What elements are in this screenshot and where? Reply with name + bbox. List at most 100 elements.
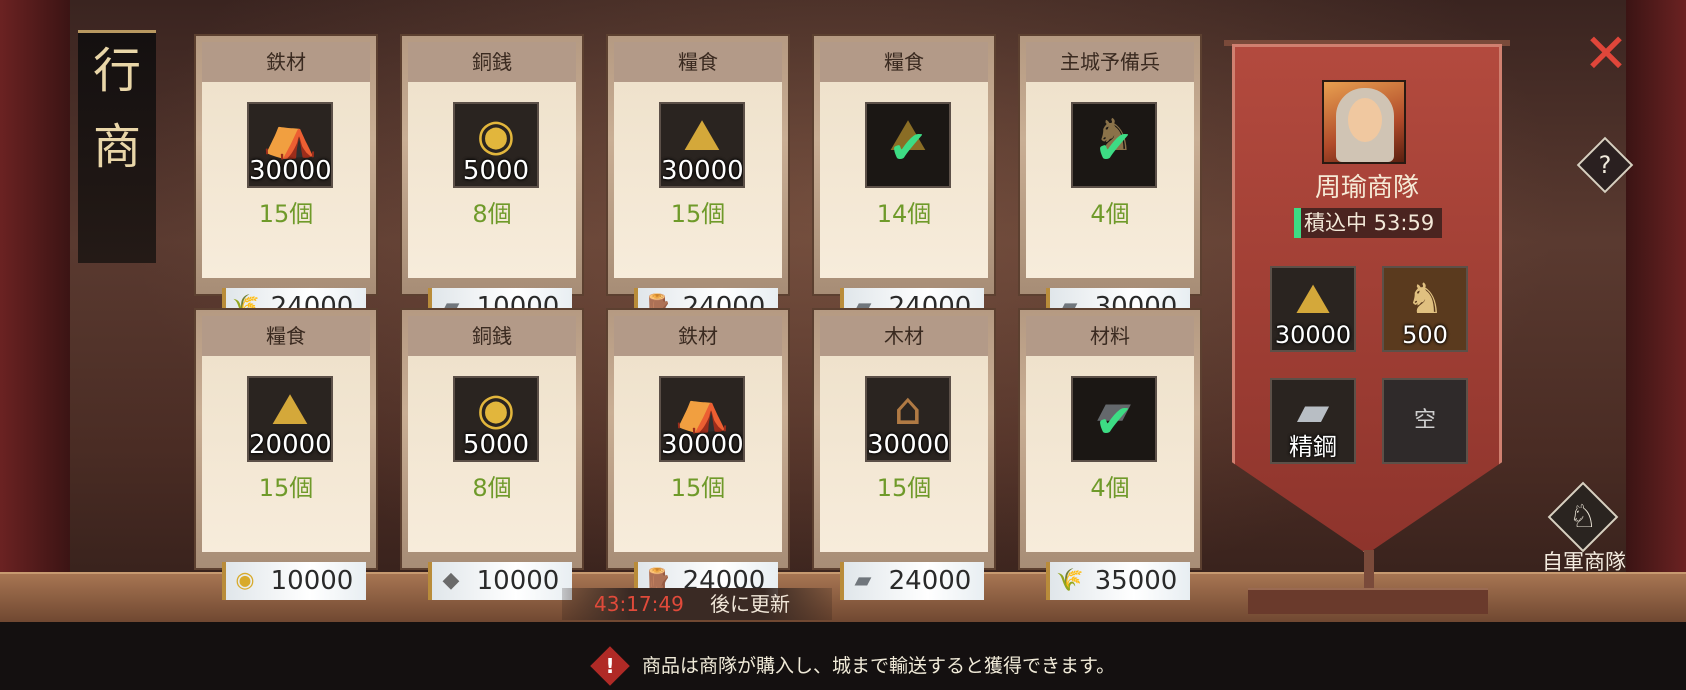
shop-item-card[interactable]: 糧食 ⛰ 30000 15個 🪵 24000 bbox=[606, 34, 790, 326]
shop-item-card[interactable]: 鉄材 ⛺ 30000 15個 🌾 24000 bbox=[194, 34, 378, 326]
item-name: 糧食 bbox=[820, 42, 988, 82]
card-body: ◉ 5000 8個 ◆ 10000 bbox=[408, 356, 576, 600]
price-value: 10000 bbox=[476, 566, 560, 596]
card-body: ⛺ 30000 15個 🪵 24000 bbox=[614, 356, 782, 600]
notice-text: 商品は商隊が購入し、城まで輸送すると獲得できます。 bbox=[642, 655, 1116, 677]
shop-item-card[interactable]: 銅銭 ◉ 5000 8個 ◆ 10000 bbox=[400, 308, 584, 600]
empty-slot-label: 空 bbox=[1413, 408, 1436, 433]
steel-ingot-icon: ▰ bbox=[1296, 386, 1330, 435]
shop-item-card[interactable]: 糧食 ⛰ ✔ 14個 ▰ 24000 bbox=[812, 34, 996, 326]
page-title: 行 商 bbox=[78, 30, 156, 263]
item-slot[interactable]: ⛰ ✔ bbox=[865, 102, 951, 188]
own-caravan-label: 自軍商隊 bbox=[1542, 550, 1626, 574]
check-icon: ✔ bbox=[1094, 394, 1134, 448]
help-icon[interactable]: ? bbox=[1585, 145, 1625, 185]
item-name: 木材 bbox=[820, 316, 988, 356]
notice-bar: ! 商品は商隊が購入し、城まで輸送すると獲得できます。 bbox=[560, 646, 1260, 686]
item-slot[interactable]: ▰ ✔ bbox=[1071, 376, 1157, 462]
grain-icon: ⛰ bbox=[1295, 274, 1331, 323]
item-name: 鉄材 bbox=[202, 42, 370, 82]
price-button[interactable]: ◉ 10000 bbox=[222, 562, 366, 600]
grain-icon: 🌾 bbox=[1056, 568, 1084, 593]
soldier-icon: ♞ bbox=[1406, 274, 1444, 323]
item-stock-count: 15個 bbox=[258, 200, 314, 228]
price-value: 10000 bbox=[270, 566, 354, 596]
banner-stand bbox=[1364, 550, 1374, 592]
shop-item-card[interactable]: 木材 ⌂ 30000 15個 ▰ 24000 bbox=[812, 308, 996, 600]
item-amount: 20000 bbox=[249, 430, 332, 460]
price-button[interactable]: ▰ 24000 bbox=[840, 562, 984, 600]
check-icon: ✔ bbox=[888, 120, 928, 174]
loading-status: 積込中 53:59 bbox=[1294, 208, 1442, 238]
price-value: 35000 bbox=[1094, 566, 1178, 596]
slot-amount: 精鋼 bbox=[1289, 433, 1337, 461]
item-stock-count: 15個 bbox=[258, 474, 314, 502]
item-stock-count: 15個 bbox=[670, 200, 726, 228]
shop-item-card[interactable]: 材料 ▰ ✔ 4個 🌾 35000 bbox=[1018, 308, 1202, 600]
coin-icon: ◉ bbox=[235, 568, 255, 593]
item-stock-count: 8個 bbox=[472, 474, 512, 502]
card-body: ⛰ ✔ 14個 ▰ 24000 bbox=[820, 82, 988, 326]
item-name: 糧食 bbox=[614, 42, 782, 82]
caravan-name: 周瑜商隊 bbox=[1314, 173, 1419, 203]
caravan-slot-empty[interactable]: 空 bbox=[1382, 378, 1468, 464]
card-body: ▰ ✔ 4個 🌾 35000 bbox=[1026, 356, 1194, 600]
item-name: 銅銭 bbox=[408, 42, 576, 82]
caravan-slot[interactable]: ▰ 精鋼 bbox=[1270, 378, 1356, 464]
item-name: 糧食 bbox=[202, 316, 370, 356]
slot-amount: 500 bbox=[1402, 321, 1448, 349]
steel-icon: ▰ bbox=[854, 568, 872, 593]
shop-item-card[interactable]: 主城予備兵 ♞ ✔ 4個 ▰ 30000 bbox=[1018, 34, 1202, 326]
price-button[interactable]: ◆ 10000 bbox=[428, 562, 572, 600]
shop-item-card[interactable]: 銅銭 ◉ 5000 8個 ▰ 10000 bbox=[400, 34, 584, 326]
item-amount: 5000 bbox=[462, 430, 530, 460]
card-body: ◉ 5000 8個 ▰ 10000 bbox=[408, 82, 576, 326]
caravan-slot[interactable]: ♞ 500 bbox=[1382, 266, 1468, 352]
shop-item-card[interactable]: 鉄材 ⛺ 30000 15個 🪵 24000 bbox=[606, 308, 790, 600]
caravan-slot[interactable]: ⛰ 30000 bbox=[1270, 266, 1356, 352]
item-slot[interactable]: ⛺ 30000 bbox=[247, 102, 333, 188]
refresh-timer: 43:17:49 後に更新 bbox=[562, 588, 832, 620]
avatar-face bbox=[1348, 98, 1382, 142]
shop-item-card[interactable]: 糧食 ⛰ 20000 15個 ◉ 10000 bbox=[194, 308, 378, 600]
item-amount: 30000 bbox=[249, 156, 332, 186]
card-body: ♞ ✔ 4個 ▰ 30000 bbox=[1026, 82, 1194, 326]
item-name: 主城予備兵 bbox=[1026, 42, 1194, 82]
item-name: 鉄材 bbox=[614, 316, 782, 356]
item-slot[interactable]: ♞ ✔ bbox=[1071, 102, 1157, 188]
card-body: ⛰ 30000 15個 🪵 24000 bbox=[614, 82, 782, 326]
title-char: 行 bbox=[92, 43, 141, 99]
item-slot[interactable]: ⌂ 30000 bbox=[865, 376, 951, 462]
item-slot[interactable]: ⛰ 30000 bbox=[659, 102, 745, 188]
refresh-label: 後に更新 bbox=[710, 592, 790, 616]
check-icon: ✔ bbox=[1094, 120, 1134, 174]
item-amount: 30000 bbox=[661, 430, 744, 460]
price-button[interactable]: 🌾 35000 bbox=[1046, 562, 1190, 600]
banner-base bbox=[1248, 588, 1488, 614]
item-name: 材料 bbox=[1026, 316, 1194, 356]
item-slot[interactable]: ◉ 5000 bbox=[453, 102, 539, 188]
item-amount: 30000 bbox=[661, 156, 744, 186]
close-button[interactable]: ✕ bbox=[1580, 27, 1632, 81]
item-stock-count: 8個 bbox=[472, 200, 512, 228]
card-body: ⛰ 20000 15個 ◉ 10000 bbox=[202, 356, 370, 600]
item-amount: 30000 bbox=[867, 430, 950, 460]
card-body: ⛺ 30000 15個 🌾 24000 bbox=[202, 82, 370, 326]
caravan-leader-avatar[interactable] bbox=[1322, 80, 1406, 164]
left-curtain bbox=[0, 0, 70, 600]
item-stock-count: 15個 bbox=[876, 474, 932, 502]
horse-icon: ♘ bbox=[1568, 497, 1598, 535]
slot-amount: 30000 bbox=[1274, 321, 1352, 349]
loading-progress-bar bbox=[1294, 208, 1301, 238]
own-caravan-button[interactable]: ♘ 自軍商隊 bbox=[1534, 481, 1634, 582]
item-amount: 5000 bbox=[462, 156, 530, 186]
item-slot[interactable]: ⛰ 20000 bbox=[247, 376, 333, 462]
card-body: ⌂ 30000 15個 ▰ 24000 bbox=[820, 356, 988, 600]
warning-icon: ! bbox=[605, 654, 615, 678]
item-slot[interactable]: ◉ 5000 bbox=[453, 376, 539, 462]
price-value: 24000 bbox=[888, 566, 972, 596]
item-slot[interactable]: ⛺ 30000 bbox=[659, 376, 745, 462]
stone-icon: ◆ bbox=[442, 568, 460, 593]
right-curtain bbox=[1626, 0, 1686, 600]
item-stock-count: 14個 bbox=[876, 200, 932, 228]
